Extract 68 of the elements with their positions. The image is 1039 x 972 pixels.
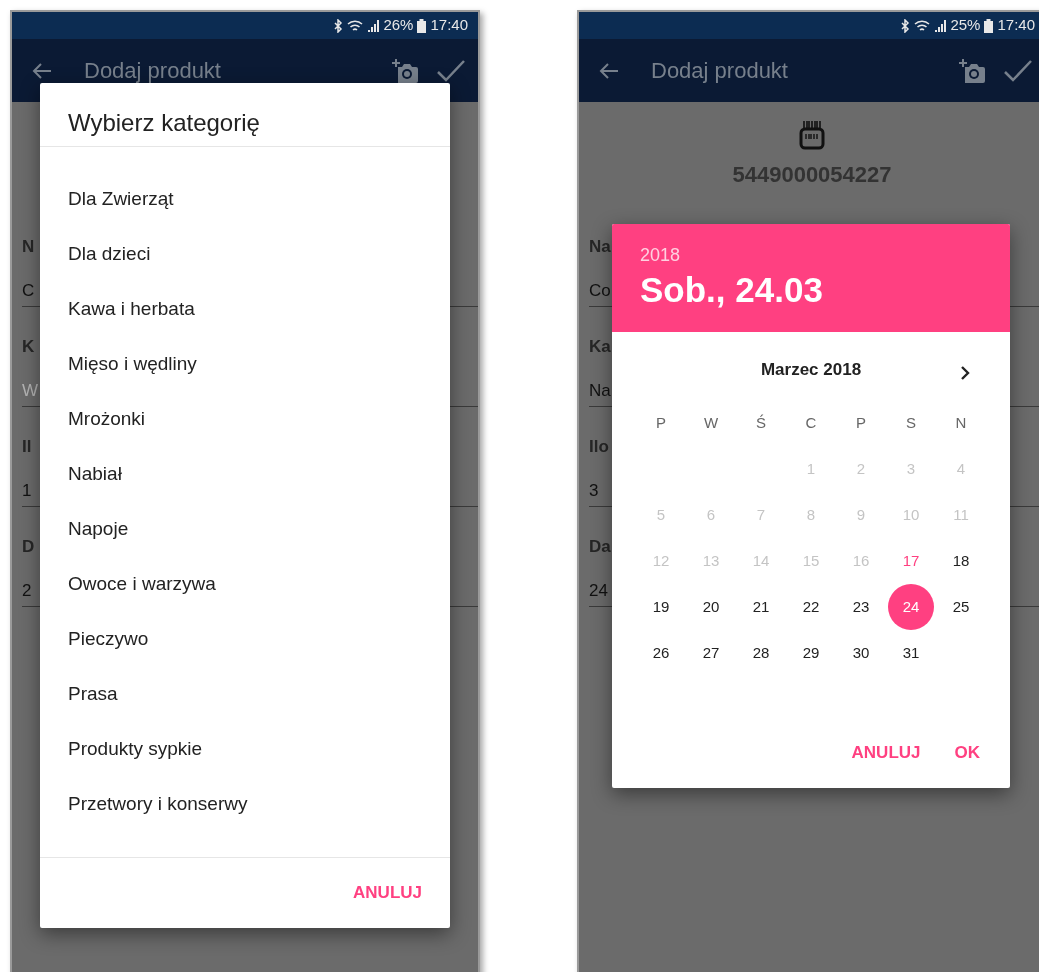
battery-percent: 26% [383,15,414,36]
field-label: Na [589,236,611,258]
category-item[interactable]: Dla Zwierząt [40,172,450,227]
day-cell[interactable]: 23 [836,584,886,630]
category-item[interactable]: Mięso i wędliny [40,337,450,392]
day-cell[interactable]: 19 [636,584,686,630]
weekday-label: P [655,413,667,433]
clock-time: 17:40 [997,15,1035,36]
day-cell[interactable]: 25 [936,584,986,630]
category-item[interactable]: Prasa [40,667,450,722]
field-label: Il [22,436,32,458]
app-bar-title: Dodaj produkt [84,57,222,85]
day-cell[interactable]: 20 [686,584,736,630]
weekday-label: C [804,413,818,433]
day-cell[interactable]: 18 [936,538,986,584]
field-label: D [22,536,35,558]
weekday-label: P [855,413,867,433]
confirm-button[interactable] [1003,58,1033,83]
signal-icon [367,18,380,33]
add-photo-button[interactable] [392,57,420,84]
barcode-number: 5449000054227 [732,161,892,189]
confirm-button[interactable] [436,58,466,83]
battery-icon [984,18,994,33]
camera-plus-icon [392,57,420,84]
wifi-icon [914,18,931,33]
day-cell[interactable]: 21 [736,584,786,630]
wifi-icon [347,18,364,33]
category-item[interactable]: Mrożonki [40,392,450,447]
bluetooth-icon [900,18,911,33]
check-icon [1003,58,1033,83]
check-icon [436,58,466,83]
battery-icon [417,18,427,33]
field-label: K [22,336,35,358]
selected-date: Sob., 24.03 [640,269,824,311]
bluetooth-icon [333,18,344,33]
app-bar-title: Dodaj produkt [651,57,789,85]
barcode-icon [799,120,825,150]
field-label: N [22,236,35,258]
weekday-label: Ś [755,413,767,433]
field-label: Da [589,536,611,558]
field-label: Ilo [589,436,609,458]
back-arrow-icon [32,62,52,81]
category-item[interactable]: Przetwory i konserwy [40,777,450,832]
weekday-label: W [702,413,720,433]
category-item[interactable]: Kawa i herbata [40,282,450,337]
field-label: Ka [589,336,611,358]
weekday-label: S [905,413,917,433]
clock-time: 17:40 [430,15,468,36]
day-cell[interactable]: 26 [636,630,686,676]
battery-percent: 25% [950,15,981,36]
signal-icon [934,18,947,33]
category-item[interactable]: Dla dzieci [40,227,450,282]
weekday-label: N [954,413,968,433]
category-item[interactable]: Napoje [40,502,450,557]
day-cell[interactable]: 31 [886,630,936,676]
day-cell[interactable]: 30 [836,630,886,676]
category-item[interactable]: Owoce i warzywa [40,557,450,612]
back-arrow-icon [599,62,619,81]
category-item[interactable]: Nabiał [40,447,450,502]
camera-plus-icon [959,57,987,84]
day-cell[interactable]: 22 [786,584,836,630]
dialog-title: Wybierz kategorię [40,83,450,147]
day-cell[interactable]: 27 [686,630,736,676]
day-cell[interactable]: 29 [786,630,836,676]
category-item[interactable]: Pieczywo [40,612,450,667]
month-title: Marzec 2018 [760,359,862,382]
day-cell[interactable]: 28 [736,630,786,676]
category-item[interactable]: Produkty sypkie [40,722,450,777]
